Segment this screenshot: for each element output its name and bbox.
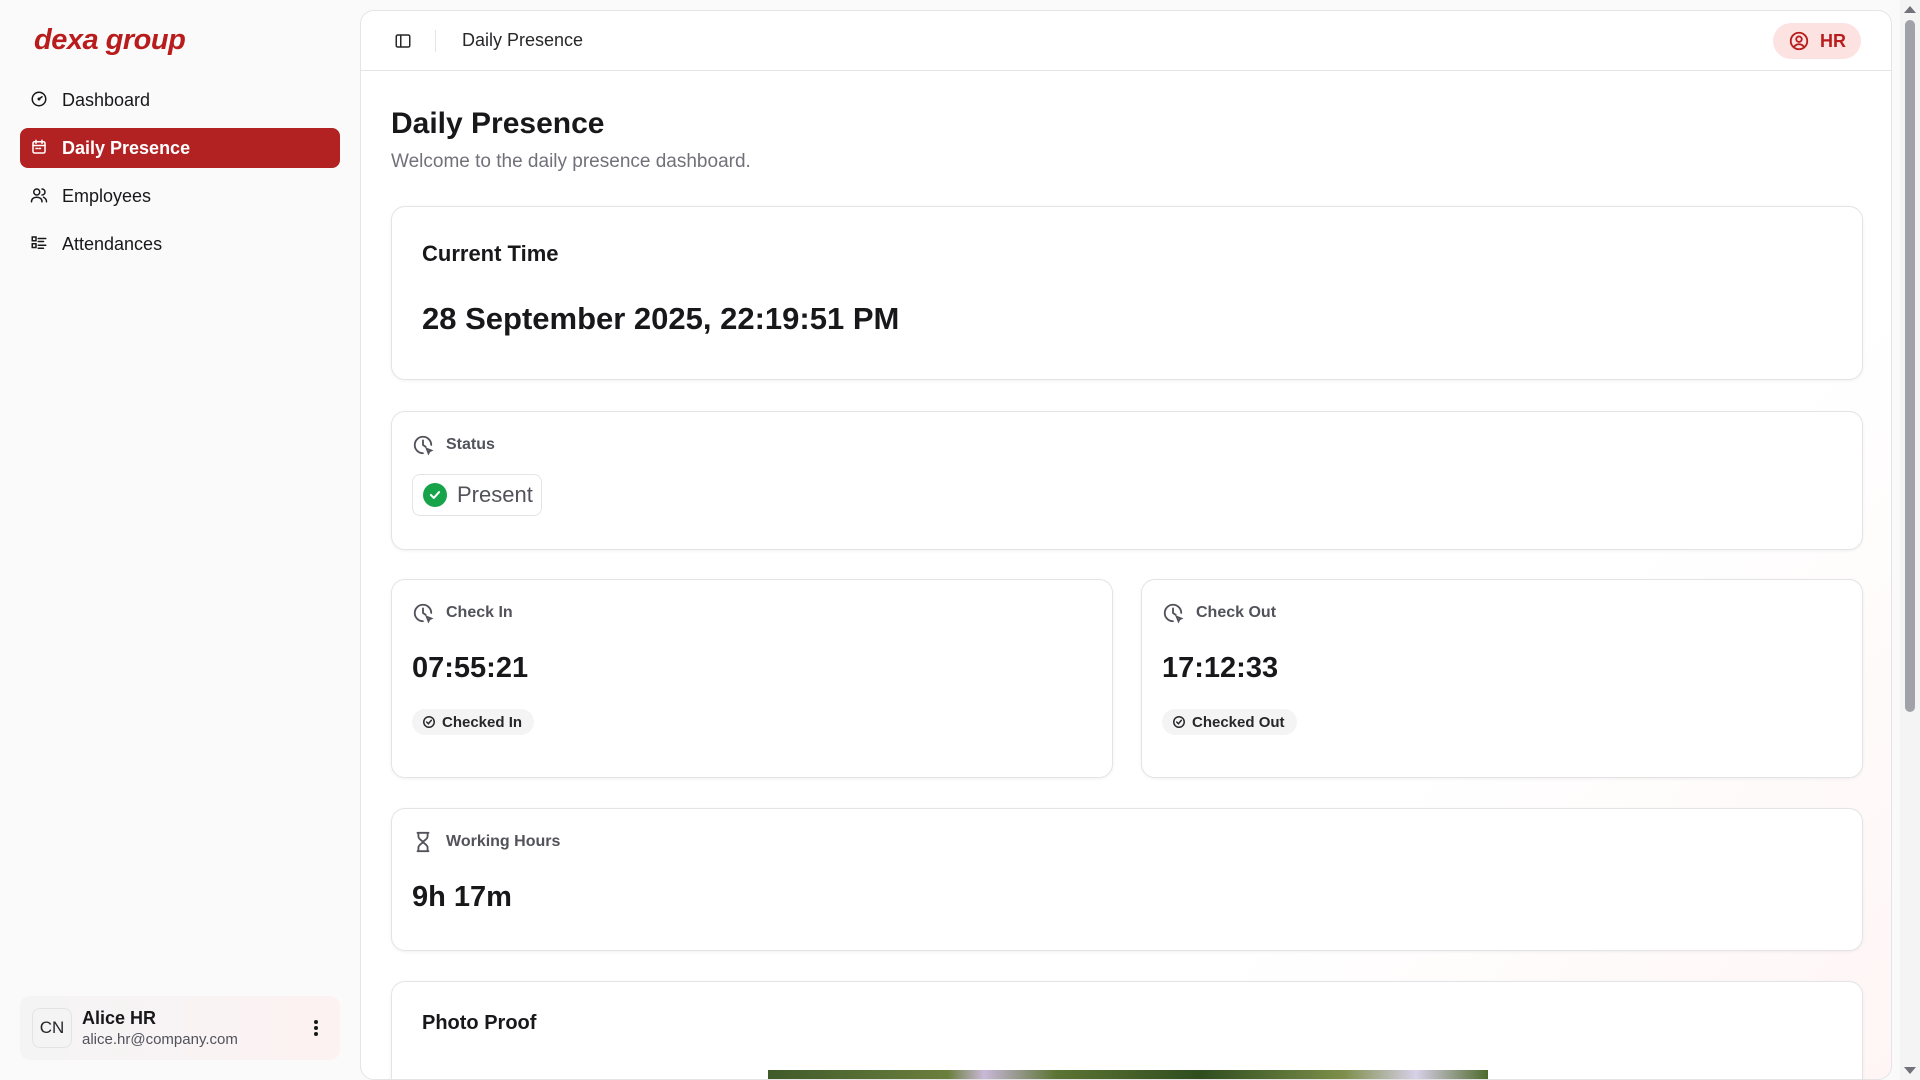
- user-email: alice.hr@company.com: [82, 1031, 238, 1048]
- check-in-tag-label: Checked In: [442, 713, 523, 731]
- hourglass-icon: [416, 831, 430, 853]
- page-title: Daily Presence: [391, 107, 605, 140]
- sidebar-item-label: Attendances: [62, 233, 163, 254]
- status-badge: Present: [412, 474, 542, 516]
- working-hours-card: Working Hours 9h 17m: [391, 808, 1863, 951]
- check-out-tag: Checked Out: [1162, 709, 1297, 735]
- topbar: Daily Presence HR: [361, 11, 1891, 71]
- calendar-icon: [30, 138, 50, 158]
- working-hours-label: Working Hours: [446, 833, 561, 850]
- scroll-down-arrow-icon[interactable]: [1904, 1067, 1916, 1074]
- role-badge-button[interactable]: HR: [1773, 23, 1861, 59]
- user-card[interactable]: CN Alice HR alice.hr@company.com: [20, 996, 340, 1060]
- list-checks-icon: [30, 234, 50, 254]
- check-out-header: Check Out: [1162, 602, 1842, 624]
- clock-icon: [1163, 603, 1184, 624]
- working-hours-header: Working Hours: [412, 831, 1842, 853]
- sidebar-item-label: Employees: [62, 185, 152, 206]
- check-out-card: Check Out 17:12:33 Checked Out: [1141, 579, 1863, 778]
- sidebar-item-label: Dashboard: [62, 89, 151, 110]
- status-label: Status: [446, 436, 495, 453]
- sidebar-nav: Dashboard Daily Presence Employees Atten…: [20, 80, 340, 264]
- check-circle-icon: [1173, 716, 1185, 728]
- working-hours-value: 9h 17m: [412, 881, 512, 913]
- status-card: Status Present: [391, 411, 1863, 550]
- check-circle-icon: [423, 483, 447, 507]
- more-vertical-icon[interactable]: [304, 1016, 328, 1040]
- divider: [435, 29, 436, 52]
- check-in-card: Check In 07:55:21 Checked In: [391, 579, 1113, 778]
- breadcrumb: Daily Presence: [462, 30, 584, 50]
- user-circle-icon: [1789, 31, 1809, 51]
- current-time-label: Current Time: [422, 241, 559, 266]
- sidebar-item-attendances[interactable]: Attendances: [20, 224, 340, 264]
- check-out-tag-label: Checked Out: [1192, 713, 1285, 731]
- check-out-label: Check Out: [1196, 604, 1277, 621]
- scrollbar-thumb[interactable]: [1905, 20, 1915, 712]
- sidebar-toggle-icon[interactable]: [391, 29, 415, 53]
- scrollbar[interactable]: [1900, 0, 1920, 1080]
- avatar: CN: [32, 1008, 72, 1048]
- current-time-card: Current Time 28 September 2025, 22:19:51…: [391, 206, 1863, 380]
- sidebar-item-dashboard[interactable]: Dashboard: [20, 80, 340, 120]
- check-in-tag: Checked In: [412, 709, 535, 735]
- main-panel: Daily Presence HR Daily Presence Welcome…: [360, 10, 1892, 1080]
- clock-icon: [413, 435, 434, 456]
- sidebar-item-label: Daily Presence: [62, 137, 191, 158]
- users-icon: [30, 186, 50, 206]
- sidebar-item-daily-presence[interactable]: Daily Presence: [20, 128, 340, 168]
- gauge-icon: [30, 90, 50, 110]
- check-in-time: 07:55:21: [412, 652, 529, 684]
- status-value: Present: [457, 482, 533, 507]
- photo-proof-label: Photo Proof: [422, 1012, 537, 1034]
- check-in-label: Check In: [446, 604, 513, 621]
- check-in-header: Check In: [412, 602, 1092, 624]
- brand-logo[interactable]: dexa group: [20, 20, 340, 60]
- check-circle-icon: [423, 716, 435, 728]
- current-time-value: 28 September 2025, 22:19:51 PM: [422, 301, 900, 336]
- photo-proof-image[interactable]: [768, 1070, 1488, 1079]
- check-out-time: 17:12:33: [1162, 652, 1279, 684]
- content: Daily Presence Welcome to the daily pres…: [361, 107, 1891, 173]
- user-info: Alice HR alice.hr@company.com: [82, 1008, 304, 1048]
- clock-icon: [413, 603, 434, 624]
- scroll-up-arrow-icon[interactable]: [1904, 6, 1916, 13]
- role-badge-label: HR: [1820, 30, 1846, 51]
- status-header: Status: [412, 434, 1842, 456]
- photo-proof-card: Photo Proof: [391, 981, 1863, 1079]
- page-subtitle: Welcome to the daily presence dashboard.: [391, 151, 751, 172]
- user-name: Alice HR: [82, 1008, 157, 1028]
- sidebar: dexa group Dashboard Daily Presence Empl…: [0, 0, 360, 1080]
- sidebar-item-employees[interactable]: Employees: [20, 176, 340, 216]
